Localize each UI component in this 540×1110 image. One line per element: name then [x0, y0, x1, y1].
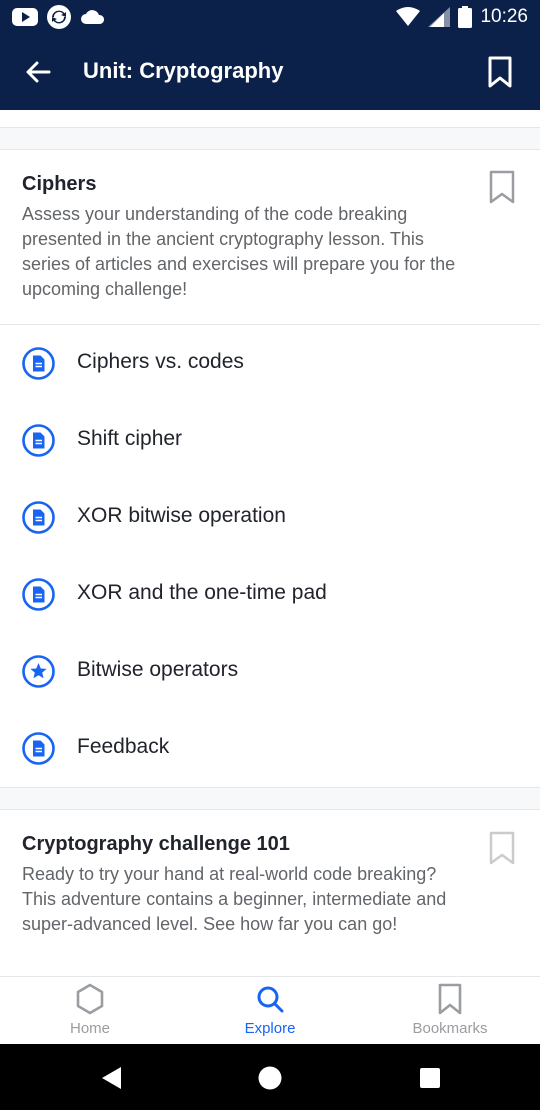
nav-label: Home — [69, 1020, 110, 1037]
item-label: Ciphers vs. codes — [77, 350, 244, 373]
back-triangle-icon[interactable] — [97, 1064, 125, 1092]
status-bar: 10:26 — [0, 0, 540, 34]
nav-explore[interactable]: Explore — [180, 977, 360, 1045]
home-circle-icon[interactable] — [256, 1064, 284, 1092]
item-label: Feedback — [77, 735, 170, 758]
article-icon — [22, 424, 55, 457]
section-separator — [0, 787, 540, 810]
bookmark-icon[interactable] — [488, 170, 516, 204]
item-label: Bitwise operators — [77, 658, 239, 681]
bookmark-icon[interactable] — [488, 831, 516, 865]
article-icon — [22, 732, 55, 765]
section-title: Cryptography challenge 101 — [22, 833, 290, 855]
list-item[interactable]: Ciphers vs. codes — [0, 325, 540, 402]
content-scroll-area[interactable]: Ciphers Assess your understanding of the… — [0, 110, 540, 976]
youtube-icon — [12, 8, 38, 26]
section-description: Ready to try your hand at real-world cod… — [22, 864, 447, 934]
article-icon — [22, 347, 55, 380]
star-icon — [22, 655, 55, 688]
list-item[interactable]: Feedback — [0, 710, 540, 787]
search-icon — [257, 986, 284, 1013]
section-title: Ciphers — [22, 173, 97, 195]
section-header-ciphers[interactable]: Ciphers Assess your understanding of the… — [0, 149, 540, 324]
app-bar: Unit: Cryptography — [0, 34, 540, 110]
battery-icon — [458, 6, 473, 28]
signal-icon — [428, 7, 451, 27]
sync-icon — [47, 5, 71, 29]
list-item[interactable]: Shift cipher — [0, 402, 540, 479]
bookmark-outline-icon — [488, 56, 512, 88]
system-navigation-bar — [0, 1044, 540, 1110]
nav-home[interactable]: Home — [0, 977, 180, 1045]
list-item[interactable]: Bitwise operators — [0, 633, 540, 710]
bookmark-unit-button[interactable] — [482, 52, 518, 92]
section-header-challenge[interactable]: Cryptography challenge 101 Ready to try … — [0, 809, 540, 976]
article-icon — [22, 501, 55, 534]
list-item[interactable]: XOR and the one-time pad — [0, 556, 540, 633]
section-separator — [0, 127, 540, 150]
bottom-navigation: Home Explore Bookmarks — [0, 976, 540, 1045]
wifi-icon — [396, 7, 421, 26]
bookmark-icon — [438, 983, 462, 1015]
section-description: Assess your understanding of the code br… — [22, 204, 456, 299]
article-icon — [22, 578, 55, 611]
nav-label: Bookmarks — [412, 1020, 488, 1037]
arrow-left-icon — [26, 61, 51, 83]
clock: 10:26 — [480, 6, 528, 27]
item-label: XOR and the one-time pad — [77, 581, 327, 604]
list-item[interactable]: XOR bitwise operation — [0, 479, 540, 556]
back-button[interactable] — [20, 54, 56, 90]
nav-bookmarks[interactable]: Bookmarks — [360, 977, 540, 1045]
hexagon-icon — [76, 983, 104, 1015]
nav-label: Explore — [244, 1020, 296, 1037]
cloud-icon — [81, 10, 105, 24]
recents-square-icon[interactable] — [416, 1064, 444, 1092]
page-title: Unit: Cryptography — [83, 58, 284, 83]
item-label: XOR bitwise operation — [77, 504, 286, 527]
item-label: Shift cipher — [77, 427, 183, 450]
